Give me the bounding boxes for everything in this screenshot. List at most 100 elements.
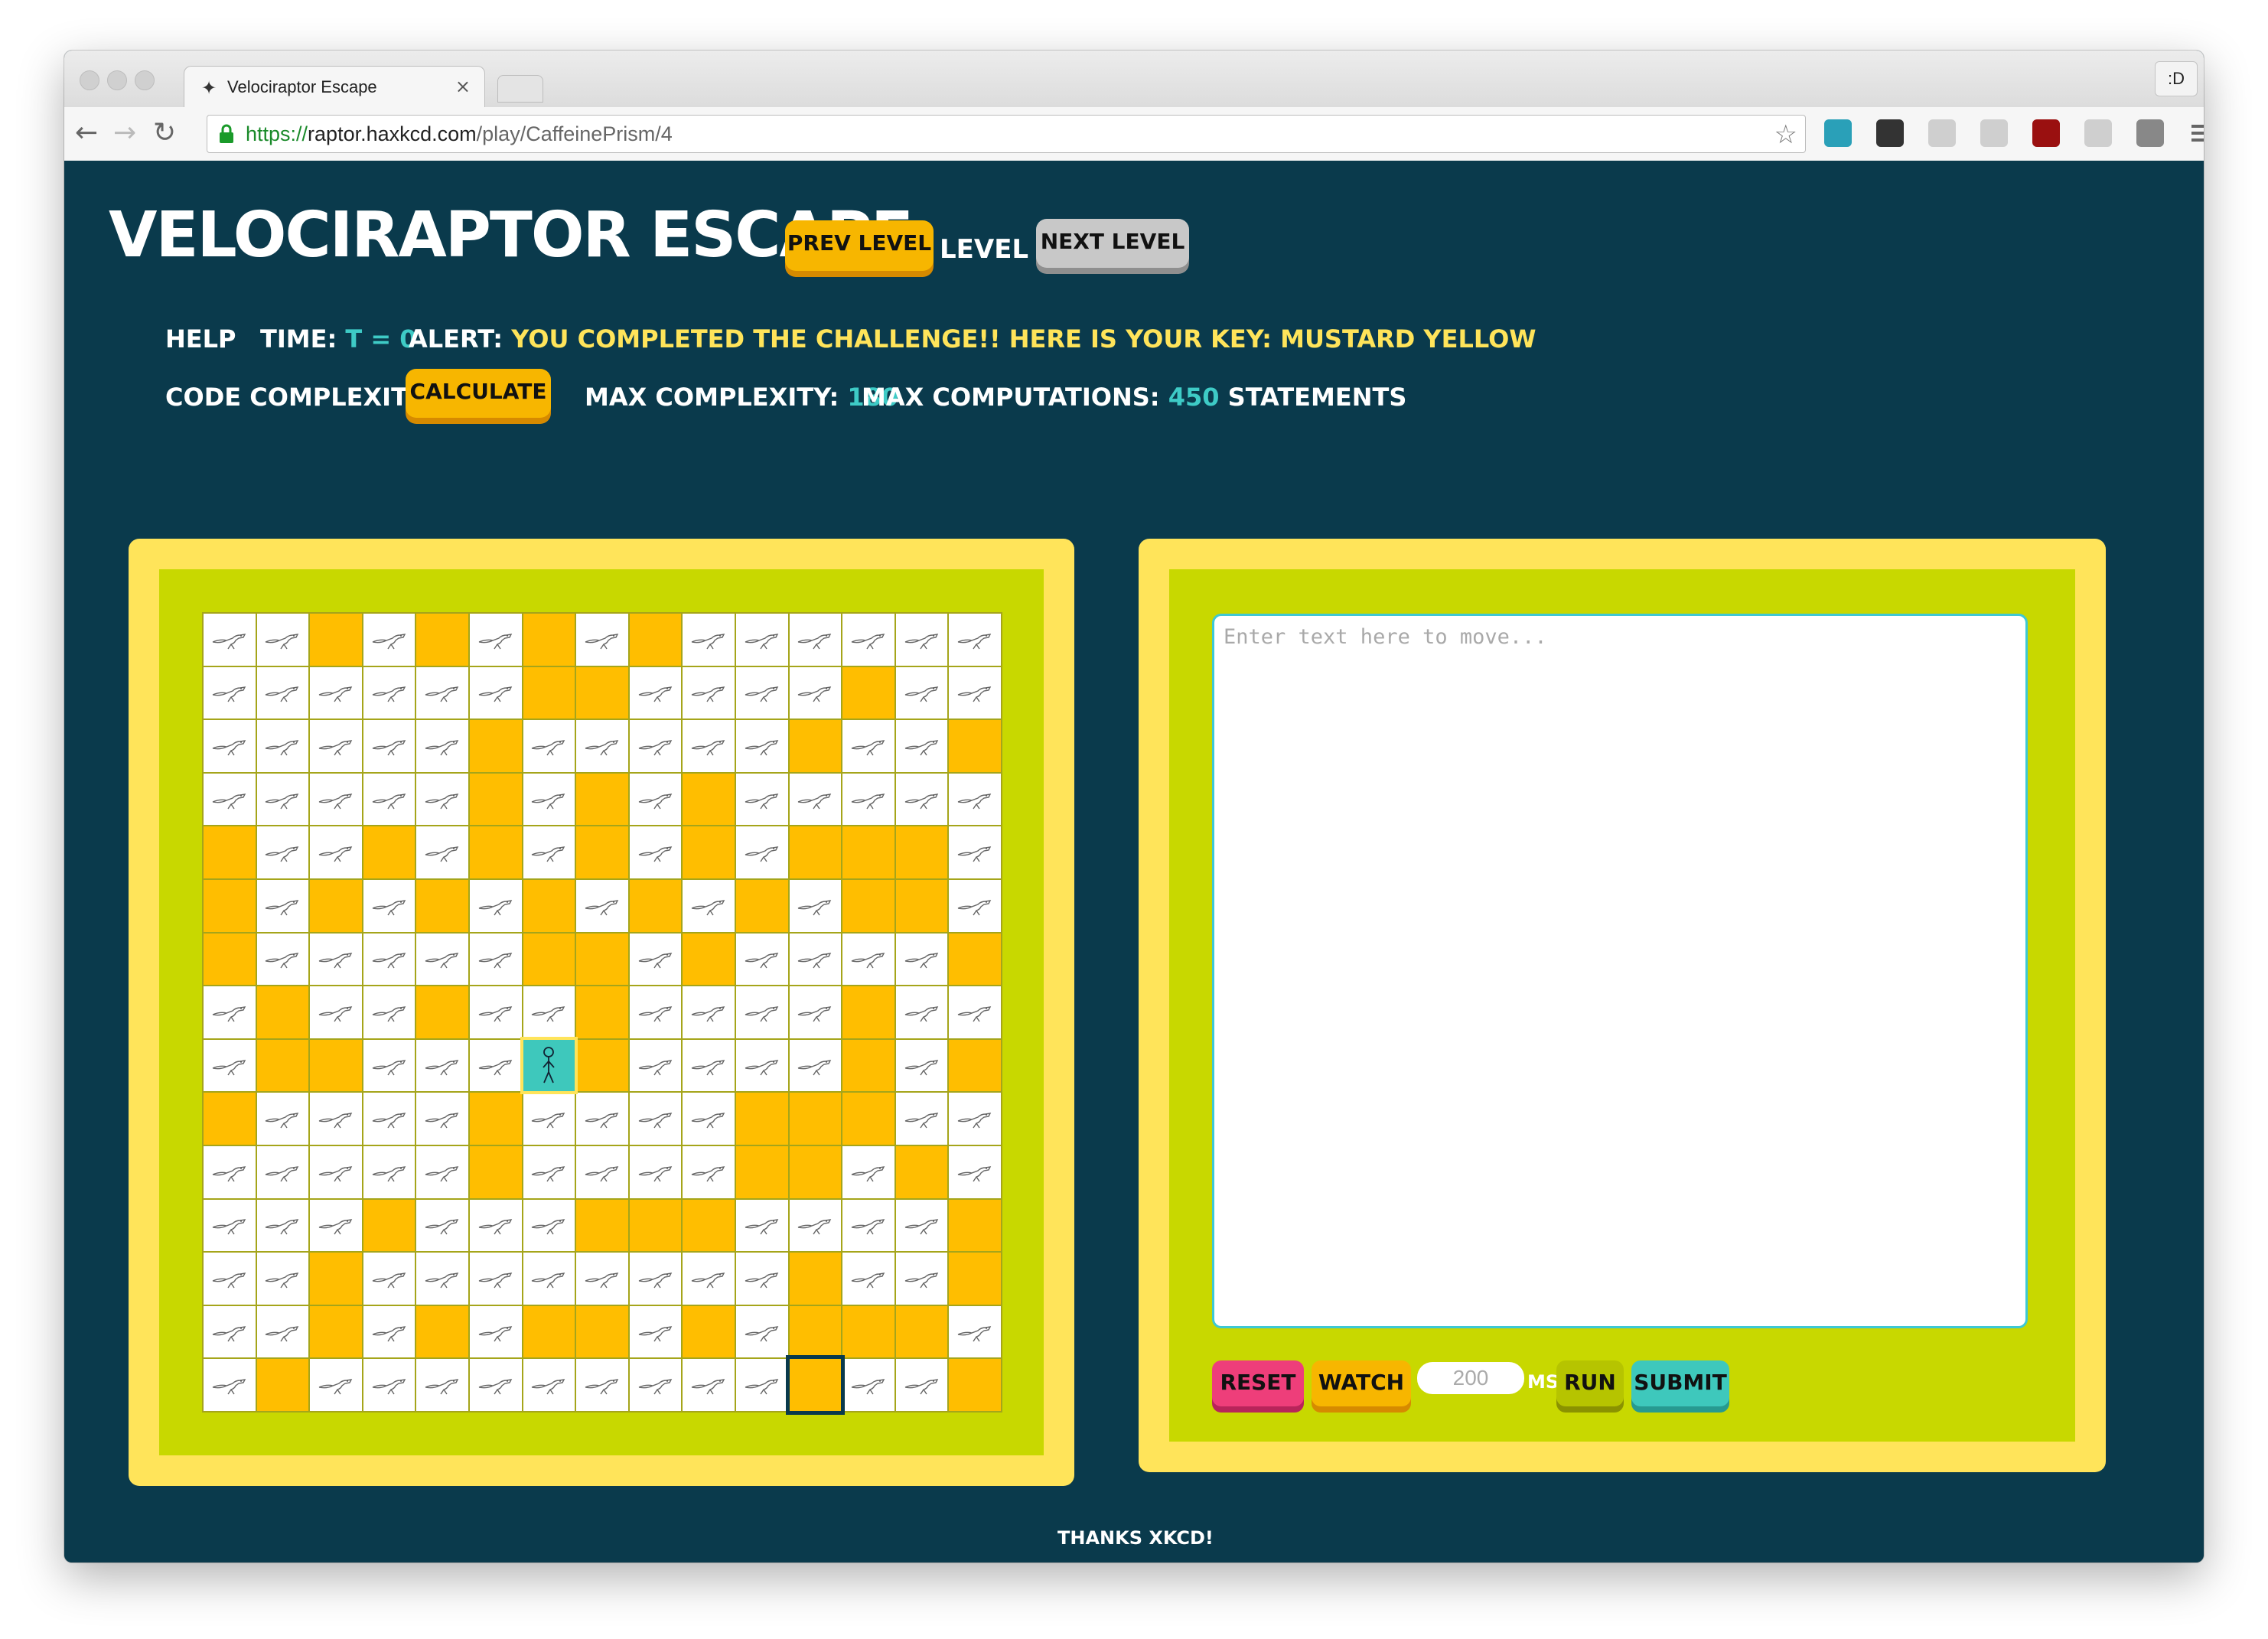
calculate-button[interactable]: CALCULATE <box>406 369 551 418</box>
menu-icon[interactable] <box>2188 119 2204 147</box>
velociraptor-icon <box>318 686 353 702</box>
board-cell-block <box>949 1359 1001 1411</box>
board-cell-raptor <box>629 773 682 826</box>
board-cell-raptor <box>363 666 415 719</box>
board-cell-block <box>735 1145 788 1198</box>
board-cell-raptor <box>895 666 948 719</box>
cast-icon[interactable] <box>2136 119 2164 147</box>
new-tab-button[interactable] <box>497 75 543 103</box>
board-cell-raptor <box>523 773 575 826</box>
reset-button[interactable]: RESET <box>1212 1360 1304 1406</box>
board-cell-block <box>949 1253 1001 1305</box>
velociraptor-icon <box>904 1113 938 1129</box>
board-cell-raptor <box>256 933 309 986</box>
forward-arrow-icon[interactable]: → <box>113 116 136 150</box>
board-cell-raptor <box>895 1359 948 1411</box>
blocker-icon[interactable] <box>1980 119 2008 147</box>
velociraptor-icon <box>904 1379 938 1395</box>
css-icon[interactable] <box>1928 119 1956 147</box>
board-cell-block <box>416 1305 468 1358</box>
board-cell-raptor <box>204 1253 256 1305</box>
back-arrow-icon[interactable]: ← <box>75 116 98 150</box>
board-cell-raptor <box>949 826 1001 878</box>
ghostery-icon[interactable] <box>1876 119 1904 147</box>
velociraptor-icon <box>851 1219 885 1235</box>
velociraptor-icon <box>478 1059 513 1075</box>
board-cell-block <box>895 1305 948 1358</box>
board-cell-raptor <box>576 1359 628 1411</box>
velociraptor-icon <box>425 1272 459 1289</box>
help-link[interactable]: HELP <box>165 324 236 354</box>
velociraptor-icon <box>318 953 353 969</box>
board-cell-raptor <box>735 826 788 878</box>
board-cell-block <box>949 1039 1001 1092</box>
ms-label: MS <box>1527 1371 1559 1393</box>
tab-strip: ✦ Velociraptor Escape × :D <box>64 51 2204 108</box>
browser-tab[interactable]: ✦ Velociraptor Escape × <box>184 66 485 108</box>
time-value: T = 0 <box>345 324 417 354</box>
board-cell-block <box>629 879 682 932</box>
velociraptor-icon <box>904 1272 938 1289</box>
velociraptor-icon <box>745 740 779 756</box>
velociraptor-icon <box>318 1165 353 1182</box>
board-cell-raptor <box>416 666 468 719</box>
velociraptor-icon <box>532 1113 565 1129</box>
velociraptor-icon <box>372 633 406 650</box>
board-cell-raptor <box>683 1145 735 1198</box>
board-cell-raptor <box>416 1093 468 1145</box>
run-button[interactable]: RUN <box>1556 1360 1624 1406</box>
velociraptor-icon <box>957 899 992 916</box>
board-cell-raptor <box>789 986 842 1038</box>
velociraptor-icon <box>851 633 885 650</box>
board-cell-raptor <box>949 666 1001 719</box>
board-cell-block <box>842 986 894 1038</box>
code-editor[interactable] <box>1212 614 2028 1328</box>
velociraptor-icon <box>798 1059 832 1075</box>
tab-close-icon[interactable]: × <box>455 76 471 97</box>
url-text: https://raptor.haxkcd.com/play/CaffeineP… <box>246 122 673 145</box>
velociraptor-icon <box>478 1219 513 1235</box>
velociraptor-icon <box>318 846 353 862</box>
board-cell-block <box>523 1305 575 1358</box>
velociraptor-icon <box>212 1165 246 1182</box>
board-cell-raptor <box>469 1359 522 1411</box>
velociraptor-icon <box>691 1272 725 1289</box>
board-cell-raptor <box>683 1359 735 1411</box>
velociraptor-icon <box>372 1325 406 1341</box>
velociraptor-icon <box>904 953 938 969</box>
velociraptor-icon <box>478 899 513 916</box>
board-cell-raptor <box>735 1305 788 1358</box>
address-bar[interactable]: https://raptor.haxkcd.com/play/CaffeineP… <box>207 115 1806 153</box>
network-icon[interactable] <box>1824 119 1852 147</box>
reload-icon[interactable]: ↻ <box>153 116 176 150</box>
maximize-window-button[interactable] <box>135 70 155 90</box>
profile-button[interactable]: :D <box>2155 61 2198 96</box>
board-cell-raptor <box>469 1305 522 1358</box>
board-cell-raptor <box>683 879 735 932</box>
close-window-button[interactable] <box>80 70 99 90</box>
velociraptor-icon <box>957 686 992 702</box>
velociraptor-icon <box>425 1113 459 1129</box>
velociraptor-icon <box>532 793 565 809</box>
alert-label: ALERT: <box>409 324 503 354</box>
speed-ms-input[interactable] <box>1417 1362 1524 1394</box>
submit-button[interactable]: SUBMIT <box>1631 1360 1729 1406</box>
board-cell-raptor <box>576 1253 628 1305</box>
board-cell-raptor <box>629 826 682 878</box>
skype-icon[interactable] <box>2084 119 2112 147</box>
prev-level-button[interactable]: PREV LEVEL <box>785 220 934 271</box>
next-level-button[interactable]: NEXT LEVEL <box>1036 219 1189 268</box>
board-cell-block <box>523 614 575 666</box>
board-cell-raptor <box>416 1253 468 1305</box>
alert-message: YOU COMPLETED THE CHALLENGE!! HERE IS YO… <box>511 324 1536 354</box>
velociraptor-icon <box>745 1379 779 1395</box>
watch-button[interactable]: WATCH <box>1312 1360 1411 1406</box>
ublock-icon[interactable] <box>2032 119 2060 147</box>
statements-label: STATEMENTS <box>1227 383 1407 412</box>
velociraptor-icon <box>212 1006 246 1022</box>
velociraptor-icon <box>851 740 885 756</box>
minimize-window-button[interactable] <box>107 70 127 90</box>
velociraptor-icon <box>851 1379 885 1395</box>
code-complexity-label: CODE COMPLEXITY: <box>165 383 434 412</box>
bookmark-star-icon[interactable]: ☆ <box>1774 119 1797 150</box>
